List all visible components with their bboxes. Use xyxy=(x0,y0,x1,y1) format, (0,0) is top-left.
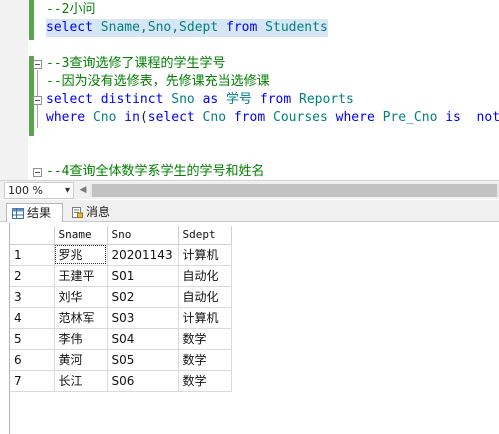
row-number[interactable]: 5 xyxy=(10,328,55,350)
results-grid[interactable]: Sname Sno Sdept 1 罗兆 20201143 计算机 2 王建平 S01 自动化… xyxy=(10,226,232,392)
table-cell[interactable]: S03 xyxy=(107,307,179,329)
code-token: --3查询选修了课程的学生学号 xyxy=(46,56,226,71)
table-cell[interactable]: 数学 xyxy=(178,328,232,350)
table-cell[interactable]: S04 xyxy=(107,328,179,350)
header-row: Sname Sno Sdept xyxy=(10,226,232,245)
code-token: Cno xyxy=(194,110,234,125)
row-number[interactable]: 4 xyxy=(10,307,55,329)
row-number[interactable]: 3 xyxy=(10,286,55,308)
row-number[interactable]: 7 xyxy=(10,370,55,392)
table-cell[interactable]: 范林军 xyxy=(54,307,108,329)
code-token: select xyxy=(46,20,93,35)
tab-results[interactable]: 结果 xyxy=(6,203,63,222)
change-marker xyxy=(29,0,34,40)
chevron-down-icon: ▾ xyxy=(64,185,70,196)
code-token: Pre_Cno xyxy=(374,110,446,125)
code-token: from xyxy=(233,110,266,125)
column-header[interactable]: Sno xyxy=(107,226,179,245)
code-token: Sname,Sno,Sdept xyxy=(92,20,227,35)
editor-status-bar: 100 % ▾ ◀ xyxy=(0,180,499,199)
table-row[interactable]: 6 黄河 S05 数学 xyxy=(10,349,232,371)
collapse-toggle-icon[interactable] xyxy=(33,96,42,105)
table-cell[interactable]: 刘华 xyxy=(54,286,108,308)
code-line[interactable]: --2小问 xyxy=(46,1,95,19)
column-header[interactable]: Sname xyxy=(54,226,108,245)
scroll-left-icon[interactable]: ◀ xyxy=(76,182,90,199)
table-cell[interactable]: 长江 xyxy=(54,370,108,392)
table-cell[interactable]: S01 xyxy=(107,265,179,287)
table-cell[interactable]: 数学 xyxy=(178,349,232,371)
table-cell[interactable]: S05 xyxy=(107,349,179,371)
code-token: Sno xyxy=(163,92,203,107)
grid-icon xyxy=(12,208,24,219)
table-row[interactable]: 5 李伟 S04 数学 xyxy=(10,328,232,350)
code-token: select xyxy=(147,110,195,125)
code-token: from xyxy=(259,92,292,107)
tab-messages-label: 消息 xyxy=(86,205,111,219)
code-token: not xyxy=(460,110,499,125)
tab-messages[interactable]: 消息 xyxy=(66,203,118,222)
row-number-header[interactable] xyxy=(10,226,55,245)
code-token: is xyxy=(445,110,461,125)
table-cell[interactable]: S06 xyxy=(107,370,179,392)
table-row[interactable]: 7 长江 S06 数学 xyxy=(10,370,232,392)
code-token: Students xyxy=(257,20,328,35)
code-line[interactable]: where Cno in(select Cno from Courses whe… xyxy=(46,109,499,127)
code-token: select xyxy=(46,92,93,107)
editor-gutter xyxy=(0,0,28,180)
code-token: Reports xyxy=(291,92,354,107)
table-row[interactable]: 1 罗兆 20201143 计算机 xyxy=(10,244,232,266)
sql-editor[interactable]: --2小问 select Sname,Sno,Sdept from Student… xyxy=(0,0,499,180)
code-token: --2小问 xyxy=(46,2,96,17)
collapse-toggle-icon[interactable] xyxy=(33,60,42,69)
table-cell[interactable]: 自动化 xyxy=(178,265,232,287)
code-token: --4查询全体数学系学生的学号和姓名 xyxy=(46,164,265,179)
code-line[interactable]: --因为没有选修表，先修课充当选修课 xyxy=(46,73,270,91)
table-cell[interactable]: 自动化 xyxy=(178,286,232,308)
table-cell[interactable]: S02 xyxy=(107,286,179,308)
code-line[interactable]: select distinct Sno as 学号 from Reports xyxy=(46,91,354,109)
code-token: 学号 xyxy=(218,92,260,107)
code-token: distinct xyxy=(100,92,164,107)
code-line[interactable]: --3查询选修了课程的学生学号 xyxy=(46,55,225,73)
zoom-dropdown[interactable]: 100 % ▾ xyxy=(4,182,74,199)
code-line[interactable]: select Sname,Sno,Sdept from Students xyxy=(46,19,328,37)
table-cell[interactable]: 罗兆 xyxy=(54,244,108,266)
code-token: Courses xyxy=(265,110,336,125)
row-number[interactable]: 6 xyxy=(10,349,55,371)
table-cell[interactable]: 计算机 xyxy=(178,244,232,266)
code-token: where xyxy=(335,110,375,125)
code-token: as xyxy=(202,92,219,107)
table-cell[interactable]: 数学 xyxy=(178,370,232,392)
tab-results-label: 结果 xyxy=(27,206,52,220)
row-number[interactable]: 2 xyxy=(10,265,55,287)
table-row[interactable]: 3 刘华 S02 自动化 xyxy=(10,286,232,308)
code-token: Cno xyxy=(85,110,125,125)
column-header[interactable]: Sdept xyxy=(178,226,232,245)
code-token: from xyxy=(226,20,258,35)
table-cell[interactable]: 黄河 xyxy=(54,349,108,371)
results-body: 1 罗兆 20201143 计算机 2 王建平 S01 自动化 3 刘华 S02 自动化 4 范林军 S03… xyxy=(10,244,232,392)
collapse-toggle-icon[interactable] xyxy=(33,168,42,177)
message-icon xyxy=(72,207,83,218)
table-cell[interactable]: 王建平 xyxy=(54,265,108,287)
zoom-value: 100 % xyxy=(8,184,43,197)
table-row[interactable]: 2 王建平 S01 自动化 xyxy=(10,265,232,287)
code-line[interactable]: --4查询全体数学系学生的学号和姓名 xyxy=(46,163,264,180)
horizontal-scrollbar-thumb[interactable] xyxy=(92,184,497,197)
table-cell[interactable]: 计算机 xyxy=(178,307,232,329)
row-number[interactable]: 1 xyxy=(10,244,55,266)
table-cell[interactable]: 李伟 xyxy=(54,328,108,350)
code-token: in xyxy=(124,110,140,125)
results-tab-strip: 结果 消息 xyxy=(0,200,499,222)
table-cell[interactable]: 20201143 xyxy=(107,244,179,266)
code-token: --因为没有选修表，先修课充当选修课 xyxy=(46,74,270,89)
code-token: where xyxy=(46,110,86,125)
table-row[interactable]: 4 范林军 S03 计算机 xyxy=(10,307,232,329)
code-token: ( xyxy=(139,110,148,125)
